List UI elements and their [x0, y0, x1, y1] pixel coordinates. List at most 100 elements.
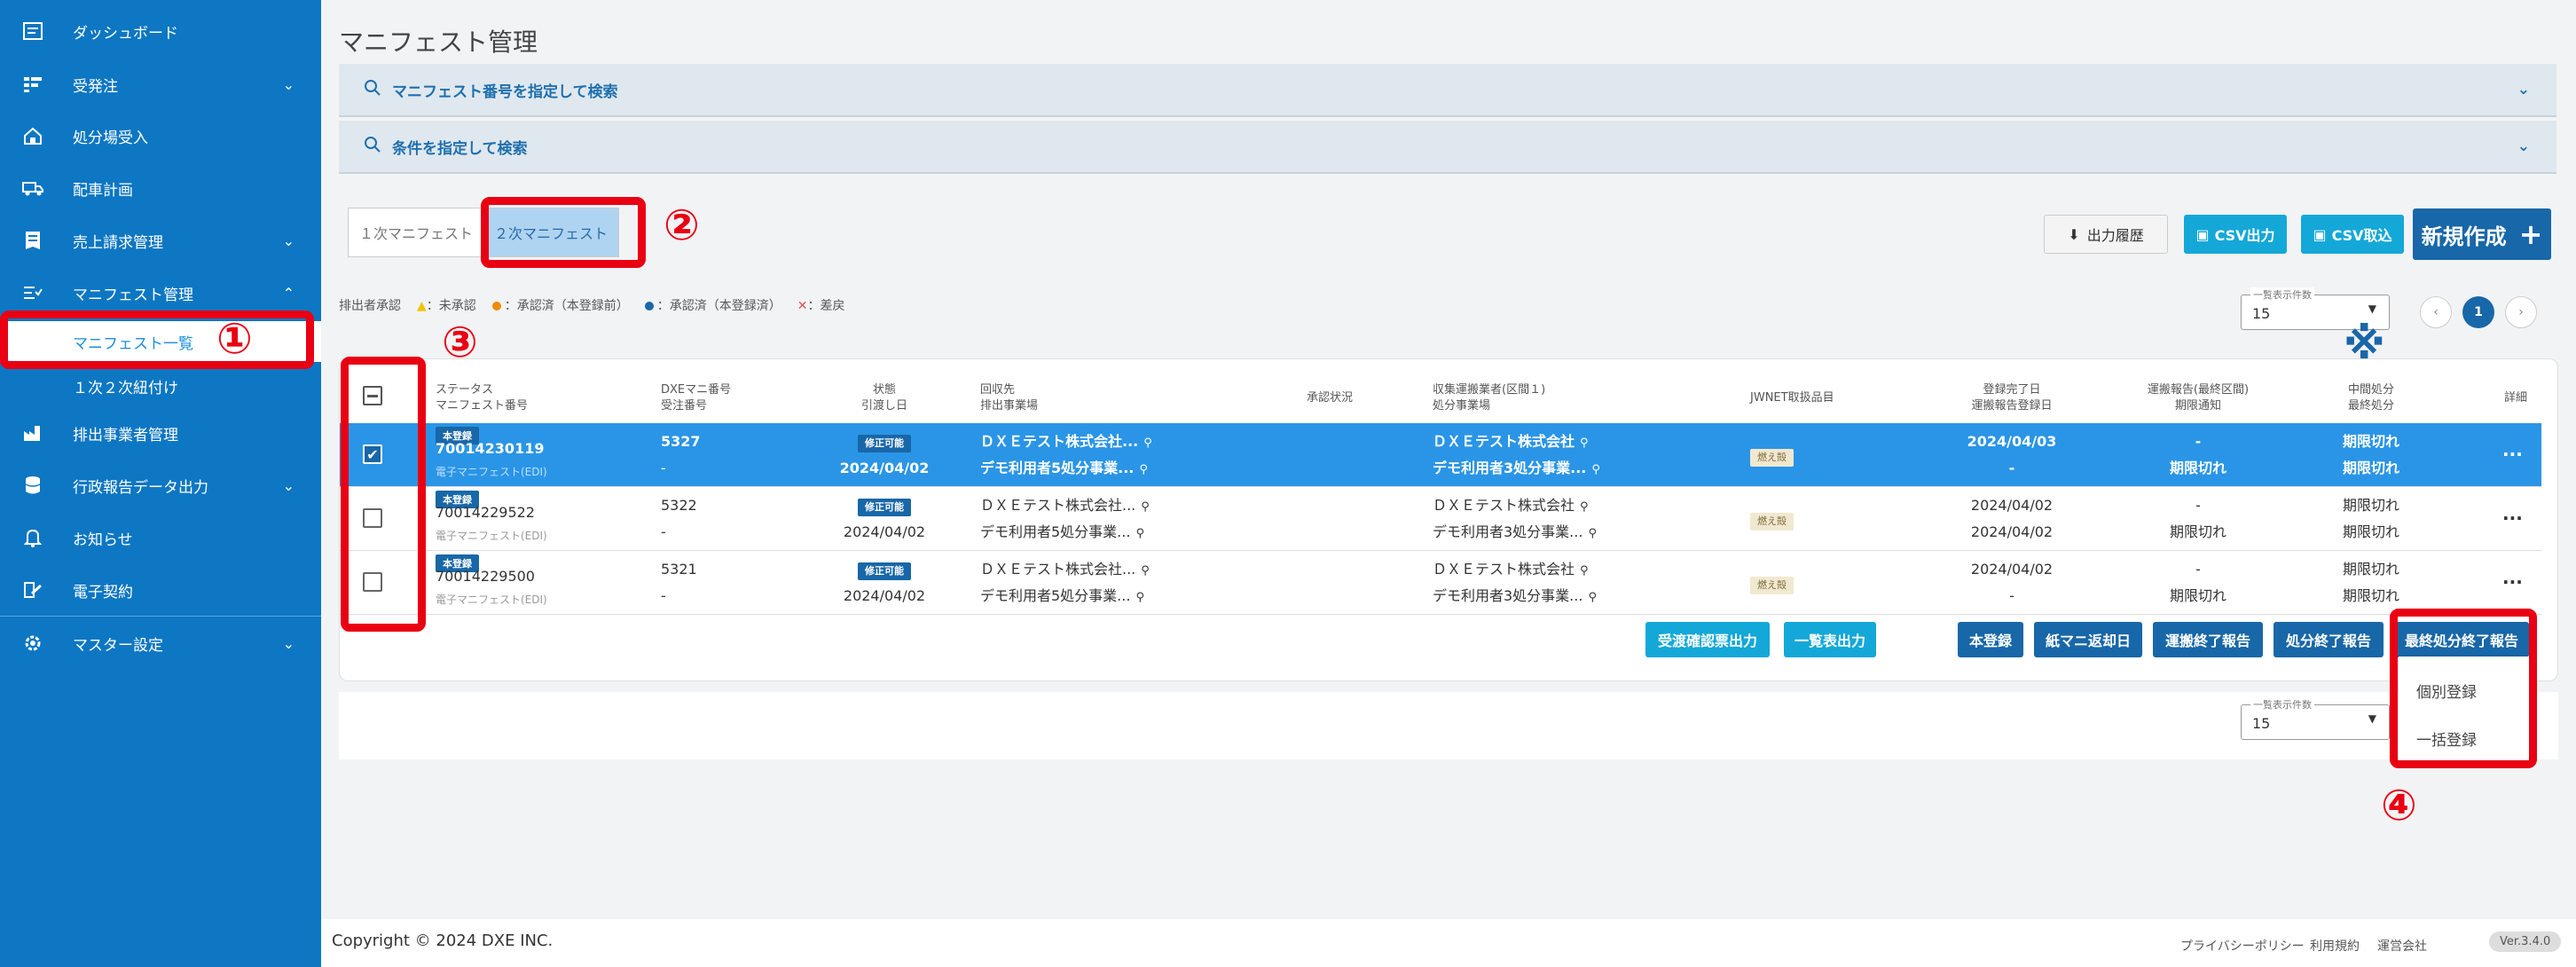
header-text: 状態 — [872, 383, 896, 397]
facility-cell[interactable]: デモ利用者3処分事業... ⚲ — [1433, 583, 1597, 611]
nav-dispatch[interactable]: 配車計画 — [0, 166, 321, 210]
location-pin-icon: ⚲ — [1141, 500, 1150, 514]
privacy-link[interactable]: プライバシーポリシー — [2180, 937, 2305, 955]
tab-primary-manifest[interactable]: １次マニフェスト — [349, 208, 483, 256]
intermediate-disposal: 期限切れ — [2342, 561, 2399, 578]
site-cell[interactable]: デモ利用者5処分事業... ⚲ — [980, 455, 1148, 484]
nav-news[interactable]: お知らせ — [0, 515, 321, 560]
registered-date: 2024/04/02 — [1970, 497, 2054, 514]
collect-cell[interactable]: ＤＸＥテスト株式会社... ⚲ — [980, 492, 1150, 521]
chevron-down-icon: ⌄ — [282, 476, 295, 494]
list-output-button[interactable]: 一覧表出力 — [1784, 622, 1876, 657]
location-pin-icon: ⚲ — [1588, 591, 1597, 604]
annotation-number-2: ② — [664, 200, 700, 250]
transport-cell[interactable]: ＤＸＥテスト株式会社 ⚲ — [1433, 556, 1589, 585]
location-pin-icon: ⚲ — [1139, 463, 1148, 476]
nav-manifest[interactable]: マニフェスト管理 ⌃ — [0, 271, 321, 315]
collect-name: ＤＸＥテスト株式会社... — [980, 497, 1136, 514]
header-text: 詳細 — [2504, 391, 2528, 405]
delivery-date: 2024/04/02 — [843, 587, 926, 604]
page-size-value: 15 — [2252, 715, 2271, 732]
search-by-condition-panel[interactable]: 条件を指定して検索 ⌄ — [339, 121, 2556, 174]
nav-report[interactable]: 行政報告データ出力 ⌄ — [0, 463, 321, 507]
header-text: DXEマニ番号 — [661, 383, 732, 397]
paper-return-button[interactable]: 紙マニ返却日 — [2034, 622, 2142, 657]
prev-page-button[interactable]: ‹ — [2420, 296, 2452, 328]
csv-import-button[interactable]: ▣ CSV取込 — [2301, 215, 2404, 254]
file-plus-icon: ▣ — [2195, 225, 2210, 243]
transport-cell[interactable]: ＤＸＥテスト株式会社 ⚲ — [1433, 492, 1589, 521]
nav-label: 行政報告データ出力 — [73, 478, 208, 497]
transport-name: ＤＸＥテスト株式会社 — [1433, 561, 1575, 578]
location-pin-icon: ⚲ — [1588, 527, 1597, 540]
annotation-box-3 — [341, 357, 426, 632]
cross-icon: ✕ — [797, 299, 808, 313]
nav-contract[interactable]: 電子契約 — [0, 568, 321, 612]
current-page-button[interactable]: 1 — [2462, 296, 2494, 328]
header-text: 期限通知 — [2174, 399, 2221, 413]
new-create-button[interactable]: 新規作成 + — [2413, 208, 2551, 260]
site-cell[interactable]: デモ利用者5処分事業... ⚲ — [980, 519, 1144, 547]
state-badge: 修正可能 — [858, 562, 911, 580]
nav-orders[interactable]: 受発注 ⌄ — [0, 62, 321, 106]
nav-master[interactable]: マスター設定 ⌄ — [0, 621, 321, 665]
transport-cell[interactable]: ＤＸＥテスト株式会社 ⚲ — [1433, 428, 1589, 457]
manifest-table: ステータス マニフェスト番号 DXEマニ番号 受注番号 状態 引渡し日 回収先 排出事業… — [339, 358, 2558, 681]
nav-label: マスター設定 — [73, 636, 163, 655]
csv-export-button[interactable]: ▣ CSV出力 — [2184, 215, 2287, 254]
collect-cell[interactable]: ＤＸＥテスト株式会社... ⚲ — [980, 428, 1152, 457]
manifest-icon — [21, 281, 44, 304]
nav-dashboard[interactable]: ダッシュボード — [0, 9, 321, 53]
state-badge: 修正可能 — [858, 499, 911, 516]
report-registered-date: - — [2008, 460, 2015, 476]
bell-icon — [21, 526, 44, 549]
nav-label: 売上請求管理 — [73, 233, 163, 252]
table-row[interactable]: 本登録 70014229522 電子マニフェスト(EDI) 5322 - 修正可… — [340, 487, 2541, 551]
table-row[interactable]: ✔ 本登録 70014230119 電子マニフェスト(EDI) 5327 - 修… — [340, 423, 2541, 487]
pagination: ‹ 1 › — [2420, 296, 2537, 328]
site-cell[interactable]: デモ利用者5処分事業... ⚲ — [980, 583, 1144, 611]
receipt-output-button[interactable]: 受渡確認票出力 — [1645, 622, 1770, 657]
facility-cell[interactable]: デモ利用者3処分事業... ⚲ — [1433, 455, 1600, 484]
nav-label: マニフェスト管理 — [73, 286, 193, 304]
location-pin-icon: ⚲ — [1135, 527, 1144, 540]
main-content: マニフェスト管理 マニフェスト番号を指定して検索 ⌄ 条件を指定して検索 ⌄ １… — [321, 0, 2576, 967]
header-text: 引渡し日 — [860, 399, 907, 413]
location-pin-icon: ⚲ — [1580, 500, 1589, 514]
nav-emitter[interactable]: 排出事業者管理 — [0, 411, 321, 455]
company-link[interactable]: 運営会社 — [2377, 937, 2427, 955]
terms-link[interactable]: 利用規約 — [2310, 937, 2360, 955]
row-menu-button[interactable]: ··· — [2502, 441, 2523, 468]
row-menu-button[interactable]: ··· — [2502, 505, 2523, 531]
header-registered: 登録完了日 運搬報告登録日 — [1945, 382, 2078, 414]
header-text: マニフェスト番号 — [436, 399, 529, 413]
header-text: 最終処分 — [2347, 399, 2394, 413]
register-button[interactable]: 本登録 — [1958, 622, 2023, 657]
sidebar-divider — [0, 616, 321, 617]
disposal-end-report-button[interactable]: 処分終了報告 — [2274, 622, 2384, 657]
row-menu-button[interactable]: ··· — [2502, 569, 2523, 595]
registered-date: 2024/04/03 — [1967, 433, 2057, 450]
nav-billing[interactable]: 売上請求管理 ⌄ — [0, 218, 321, 263]
page-size-select-bottom[interactable]: 一覧表示件数 15 ▼ — [2241, 697, 2390, 740]
location-pin-icon: ⚲ — [1591, 463, 1600, 476]
orange-dot-icon — [491, 302, 501, 311]
output-history-button[interactable]: ⬇ 出力履歴 — [2044, 215, 2168, 254]
header-state: 状態 引渡し日 — [831, 382, 938, 414]
legend-rejected-label: ：差戻 — [807, 299, 845, 313]
nav-manifest-link[interactable]: １次２次紐付け — [0, 366, 321, 406]
next-page-button[interactable]: › — [2505, 296, 2537, 328]
table-row[interactable]: 本登録 70014229500 電子マニフェスト(EDI) 5321 - 修正可… — [340, 551, 2541, 615]
search-by-number-panel[interactable]: マニフェスト番号を指定して検索 ⌄ — [339, 64, 2556, 117]
collect-cell[interactable]: ＤＸＥテスト株式会社... ⚲ — [980, 556, 1150, 585]
new-create-label: 新規作成 — [2421, 224, 2507, 249]
header-text: 処分事業場 — [1433, 399, 1491, 413]
chevron-down-icon: ⌄ — [282, 232, 295, 249]
item-cell: 燃え殻 — [1750, 507, 1794, 533]
item-badge: 燃え殻 — [1750, 513, 1794, 531]
transport-end-report-button[interactable]: 運搬終了報告 — [2153, 622, 2263, 657]
header-text: 中間処分 — [2347, 383, 2394, 397]
facility-cell[interactable]: デモ利用者3処分事業... ⚲ — [1433, 519, 1597, 547]
nav-facility[interactable]: 処分場受入 — [0, 114, 321, 158]
truck-icon — [21, 177, 44, 200]
